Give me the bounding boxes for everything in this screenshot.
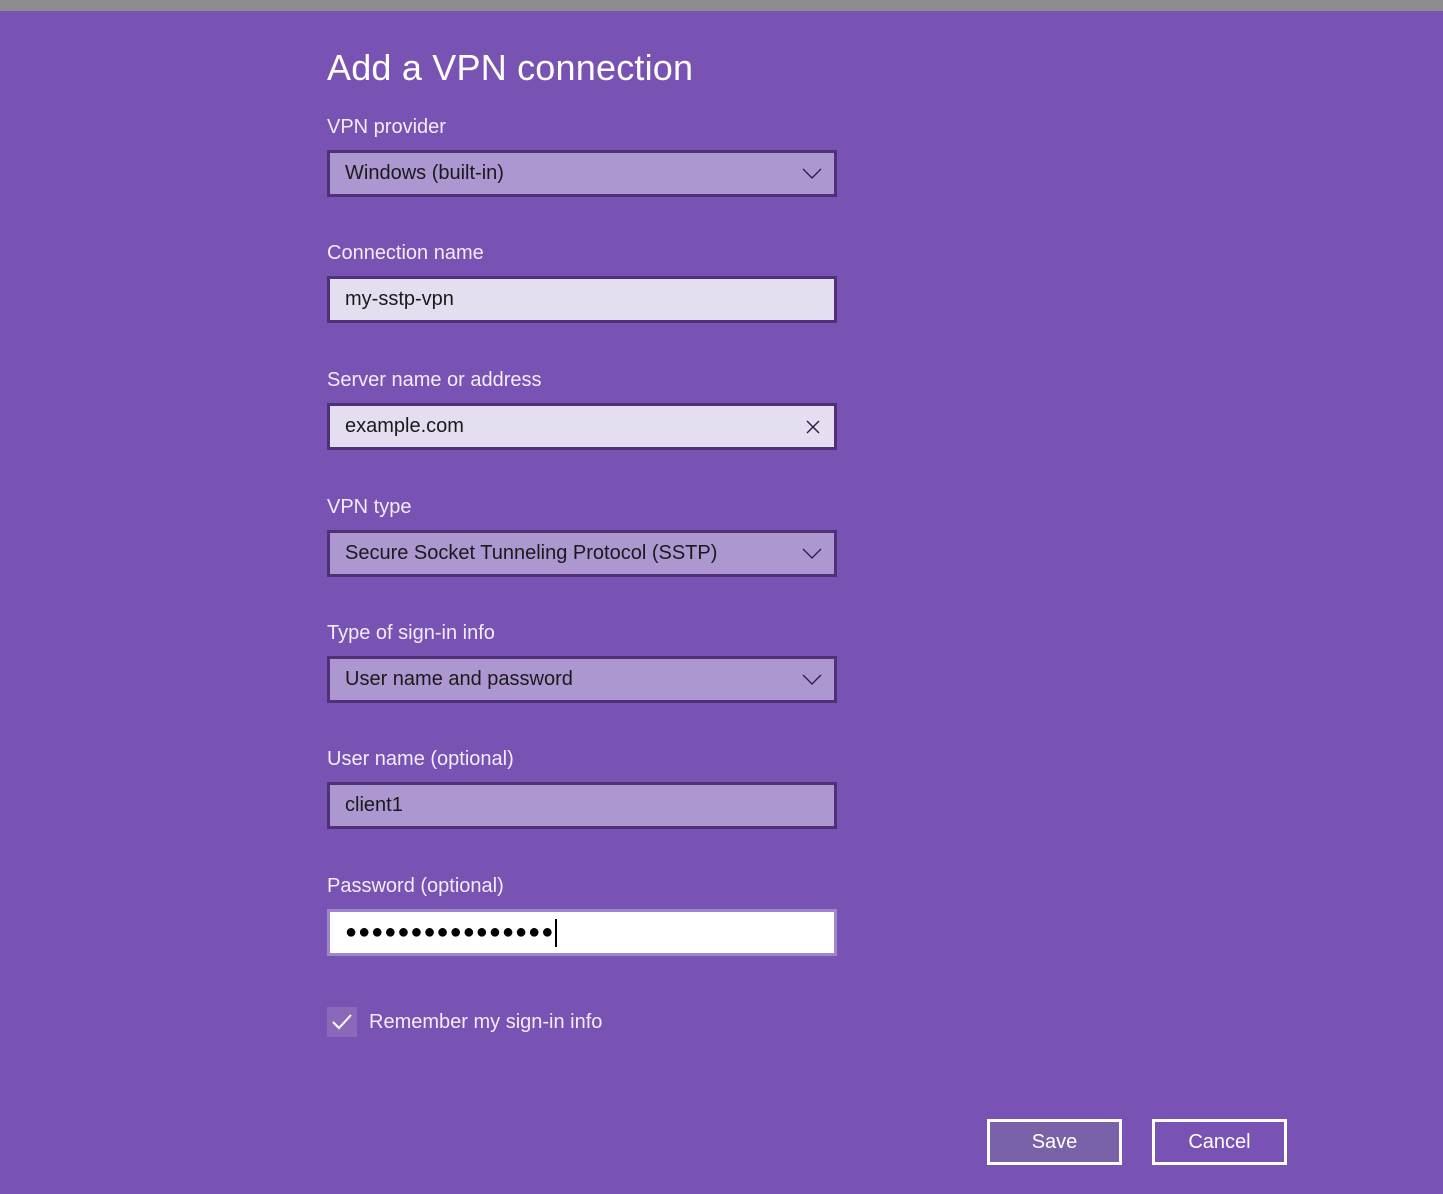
user-name-input[interactable]: client1 (327, 782, 837, 829)
connection-name-input[interactable]: my-sstp-vpn (327, 276, 837, 323)
remember-sign-in-checkbox[interactable]: Remember my sign-in info (327, 1007, 602, 1037)
checkbox-box[interactable] (327, 1007, 357, 1037)
vpn-type-select[interactable]: Secure Socket Tunneling Protocol (SSTP) (327, 530, 837, 577)
sign-in-type-value: User name and password (345, 668, 573, 690)
chevron-down-icon (802, 674, 822, 685)
sign-in-type-select[interactable]: User name and password (327, 656, 837, 703)
vpn-provider-value: Windows (built-in) (345, 162, 504, 184)
remember-sign-in-label: Remember my sign-in info (369, 1010, 603, 1033)
server-name-input[interactable]: example.com (327, 403, 837, 450)
vpn-type-value: Secure Socket Tunneling Protocol (SSTP) (345, 542, 718, 564)
password-masked-value: ●●●●●●●●●●●●●●●● (345, 921, 555, 943)
vpn-provider-select[interactable]: Windows (built-in) (327, 150, 837, 197)
checkmark-icon (332, 1014, 352, 1030)
connection-name-label: Connection name (327, 242, 484, 264)
text-caret (555, 918, 558, 947)
chevron-down-icon (802, 168, 822, 179)
server-name-value: example.com (345, 415, 464, 437)
server-name-label: Server name or address (327, 369, 542, 391)
window-top-bar (0, 0, 1443, 11)
password-input[interactable]: ●●●●●●●●●●●●●●●● (327, 909, 837, 956)
cancel-button[interactable]: Cancel (1152, 1119, 1287, 1165)
vpn-type-label: VPN type (327, 496, 412, 518)
chevron-down-icon (802, 548, 822, 559)
password-label: Password (optional) (327, 875, 504, 897)
connection-name-value: my-sstp-vpn (345, 288, 454, 310)
user-name-label: User name (optional) (327, 748, 514, 770)
vpn-provider-label: VPN provider (327, 116, 446, 138)
close-icon[interactable] (805, 419, 821, 435)
page-title: Add a VPN connection (327, 47, 694, 88)
sign-in-type-label: Type of sign-in info (327, 622, 495, 644)
save-button[interactable]: Save (987, 1119, 1122, 1165)
user-name-value: client1 (345, 794, 403, 816)
